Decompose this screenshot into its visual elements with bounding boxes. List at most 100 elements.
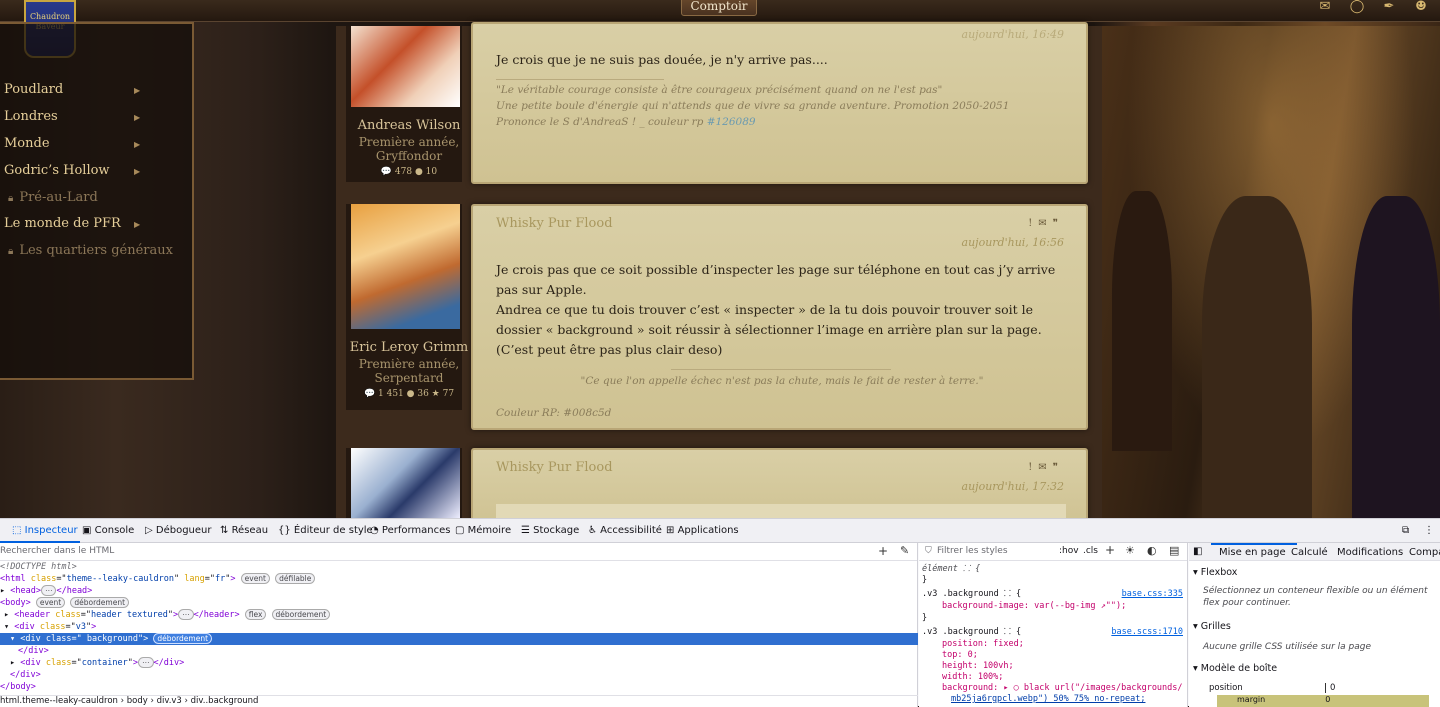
sidebar-toggle-icon[interactable]: ◧: [1193, 546, 1202, 557]
tab-modifications[interactable]: Modifications: [1337, 547, 1403, 558]
poster-name[interactable]: Andreas Wilson: [346, 118, 472, 133]
rule-property[interactable]: top: 0;: [942, 650, 978, 661]
applications-icon: ⊞: [666, 525, 678, 536]
message-icon[interactable]: ✉: [1038, 462, 1052, 473]
html-line[interactable]: ▸ <head> ⋯ </head>: [0, 585, 92, 597]
tab-compat[interactable]: Compat: [1409, 547, 1440, 558]
scroll-icon[interactable]: ✉: [1314, 0, 1336, 16]
avatar-icon[interactable]: ☻: [1410, 0, 1432, 16]
flexbox-section[interactable]: ▾ Flexbox: [1193, 567, 1237, 578]
html-line[interactable]: ▸ <div class="container"> ⋯ </div>: [10, 657, 184, 669]
html-line[interactable]: <!DOCTYPE html>: [0, 561, 77, 573]
tab-editeur-style[interactable]: {} Éditeur de style: [278, 525, 373, 536]
hov-toggle[interactable]: :hov: [1059, 546, 1079, 556]
nav-item-monde[interactable]: Monde: [4, 136, 50, 151]
light-mode-icon[interactable]: ☀: [1125, 544, 1135, 557]
report-icon[interactable]: !: [1028, 462, 1038, 473]
html-line[interactable]: ▾ <div class="v3">: [4, 621, 96, 633]
quill-icon[interactable]: ✒: [1378, 0, 1400, 16]
poster-name[interactable]: Eric Leroy Grimm: [346, 340, 472, 355]
rule-property[interactable]: position: fixed;: [942, 639, 1024, 650]
chevron-right-icon[interactable]: ▶: [134, 86, 140, 95]
rule-source-link[interactable]: base.css:335: [1122, 589, 1183, 599]
avatar[interactable]: [351, 448, 460, 518]
boxmodel-section[interactable]: ▾ Modèle de boîte: [1193, 663, 1277, 674]
tab-inspecteur[interactable]: ⬚ Inspecteur: [12, 525, 78, 536]
nav-item-monde-pfr[interactable]: Le monde de PFR: [4, 216, 121, 231]
expand-icon: ▾: [1193, 663, 1201, 674]
tab-memoire[interactable]: ▢ Mémoire: [455, 525, 511, 536]
html-line[interactable]: </div>: [18, 645, 49, 657]
flexbox-hint: Sélectionnez un conteneur flexible ou un…: [1203, 586, 1428, 608]
cls-toggle[interactable]: .cls: [1083, 546, 1098, 556]
nav-item-londres[interactable]: Londres: [4, 109, 58, 124]
rule-source-link[interactable]: base.scss:1710: [1111, 627, 1183, 637]
html-inspector-pane: Rechercher dans le HTML + ✎ <!DOCTYPE ht…: [0, 543, 918, 707]
tab-calcule[interactable]: Calculé: [1291, 547, 1328, 558]
html-line[interactable]: <html class="theme--leaky-cauldron" lang…: [0, 573, 316, 585]
rule-property[interactable]: height: 100vh;: [942, 661, 1014, 672]
chevron-right-icon[interactable]: ▶: [134, 113, 140, 122]
html-line[interactable]: <body> event débordement: [0, 597, 130, 609]
html-line[interactable]: ▸ <header class="header textured"> ⋯ </hea…: [4, 609, 331, 621]
tab-performances[interactable]: ◔ Performances: [370, 525, 451, 536]
add-node-icon[interactable]: +: [878, 544, 888, 558]
html-line-selected[interactable]: ▾ <div class=" background"> débordement: [0, 633, 918, 645]
more-options-icon[interactable]: ⋮: [1424, 525, 1434, 536]
post-actions: !✉❞: [1028, 218, 1064, 229]
comptoir-button[interactable]: Comptoir: [681, 0, 757, 16]
rule-property[interactable]: width: 100%;: [942, 672, 1003, 683]
dark-mode-icon[interactable]: ◐: [1147, 544, 1157, 557]
message-icon[interactable]: ✉: [1038, 218, 1052, 229]
post-title[interactable]: Whisky Pur Flood: [496, 460, 613, 475]
quote-icon[interactable]: ❞: [1053, 462, 1064, 473]
post-card: aujourd'hui, 16:49 Je crois que je ne su…: [471, 22, 1088, 184]
nav-item-poudlard[interactable]: Poudlard: [4, 82, 63, 97]
figure-right: [1352, 196, 1440, 518]
posts-column: Andreas Wilson Première année, Gryffondo…: [336, 22, 1102, 518]
color-link[interactable]: #126089: [707, 116, 756, 128]
html-line[interactable]: </div>: [10, 669, 41, 681]
tab-debogueur[interactable]: ▷ Débogueur: [145, 525, 211, 536]
quote-icon[interactable]: ❞: [1053, 218, 1064, 229]
rule-selector[interactable]: .v3 .background ⸬ {: [922, 627, 1021, 638]
rule-property[interactable]: background-image: var(--bg-img ↗"");: [942, 601, 1126, 612]
node-breadcrumb[interactable]: html.theme--leaky-cauldron › body › div.…: [0, 695, 918, 707]
rule-property[interactable]: mb25ja6rgpcl.webp") 50% 75% no-repeat;: [951, 694, 1145, 705]
nav-item-quartiers-generaux[interactable]: 🔒︎ Les quartiers généraux: [8, 243, 173, 258]
add-rule-icon[interactable]: +: [1105, 543, 1115, 557]
tab-mise-en-page[interactable]: Mise en page: [1219, 547, 1286, 558]
rule-selector[interactable]: .v3 .background ⸬ {: [922, 589, 1021, 600]
styles-filter-input[interactable]: Filtrer les styles: [937, 546, 1008, 556]
post-title[interactable]: Whisky Pur Flood: [496, 216, 613, 231]
avatar[interactable]: [351, 26, 460, 107]
tab-applications[interactable]: ⊞ Applications: [666, 525, 739, 536]
ring-icon[interactable]: ◯: [1346, 0, 1368, 16]
element-rule[interactable]: élément ⸬ {: [922, 564, 980, 575]
html-line[interactable]: </body>: [0, 681, 36, 693]
chevron-right-icon[interactable]: ▶: [134, 167, 140, 176]
position-value[interactable]: 0: [1325, 683, 1335, 693]
tab-console[interactable]: ▣ Console: [82, 525, 134, 536]
dock-icon[interactable]: ⧉: [1402, 525, 1409, 536]
poster-rank: Première année, Serpentard: [358, 357, 460, 385]
tab-reseau[interactable]: ⇅ Réseau: [220, 525, 268, 536]
report-icon[interactable]: !: [1028, 218, 1038, 229]
print-icon[interactable]: ▤: [1169, 544, 1179, 557]
rule-property[interactable]: background: ▸ ◯ black url("/images/backg…: [942, 683, 1183, 694]
eyedropper-icon[interactable]: ✎: [900, 544, 909, 557]
box-model-margin[interactable]: margin 0: [1217, 695, 1429, 707]
tab-accessibilite[interactable]: ♿︎ Accessibilité: [588, 525, 662, 536]
chevron-right-icon[interactable]: ▶: [134, 140, 140, 149]
styles-filter-row: ⛉ Filtrer les styles :hov .cls + ☀ ◐ ▤: [919, 543, 1187, 561]
rule-brace: }: [922, 613, 928, 623]
nav-item-pre-au-lard[interactable]: 🔒︎ Pré-au-Lard: [8, 190, 98, 205]
chevron-right-icon[interactable]: ▶: [134, 220, 140, 229]
devtools-panel: ⬚ Inspecteur ▣ Console ▷ Débogueur ⇅ Rés…: [0, 518, 1440, 707]
avatar[interactable]: [351, 204, 460, 329]
active-tab-indicator: [1211, 543, 1297, 545]
html-search-input[interactable]: Rechercher dans le HTML: [0, 546, 114, 556]
grids-section[interactable]: ▾ Grilles: [1193, 621, 1231, 632]
tab-stockage[interactable]: ☰ Stockage: [521, 525, 579, 536]
nav-item-godrics-hollow[interactable]: Godric’s Hollow: [4, 163, 110, 178]
